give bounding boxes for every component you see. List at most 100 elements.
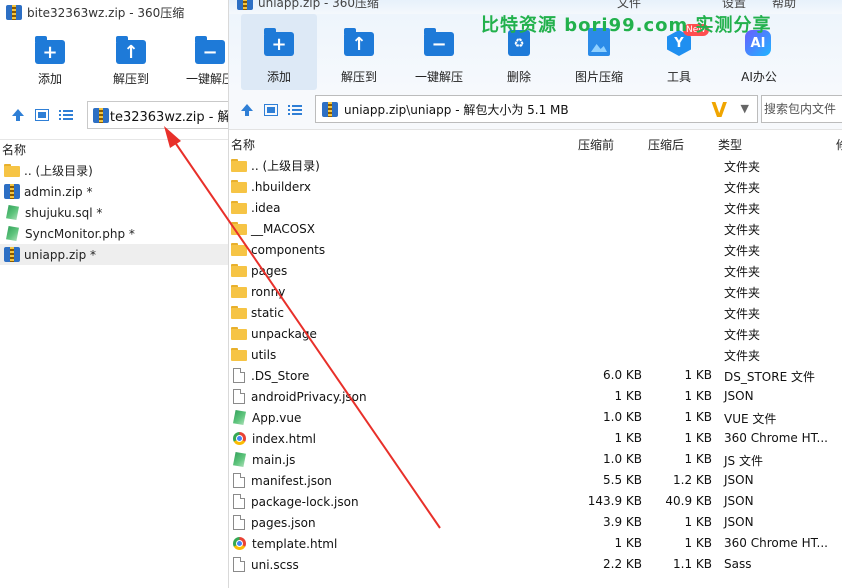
list-item[interactable]: uniapp.zip * xyxy=(0,244,230,265)
list-item[interactable]: SyncMonitor.php * xyxy=(0,223,230,244)
file-name: __MACOSX xyxy=(251,221,316,236)
file-packed: 2.2 KB xyxy=(603,557,642,571)
back-window-title: bite32363wz.zip - 360压缩 xyxy=(27,5,185,20)
add-icon: + xyxy=(35,36,65,64)
table-row[interactable]: .idea 文件夹 xyxy=(229,197,842,218)
file-size: 1 KB xyxy=(684,410,712,424)
chevron-down-icon[interactable]: ▼ xyxy=(741,102,749,115)
path-text: uniapp.zip\uniapp - 解包大小为 5.1 MB xyxy=(344,102,569,117)
back-column-name[interactable]: 名称 xyxy=(2,141,26,158)
file-name: pages xyxy=(251,263,288,278)
back-extract-to-button[interactable]: ↑ 解压到 xyxy=(93,24,169,94)
document-icon xyxy=(233,494,245,509)
document-icon xyxy=(233,515,245,530)
zip-icon xyxy=(237,0,253,10)
green-file-icon xyxy=(6,226,19,241)
file-packed: 1 KB xyxy=(614,431,642,445)
back-add-button[interactable]: + 添加 xyxy=(12,24,88,94)
list-view-icon[interactable] xyxy=(283,97,307,123)
column-name[interactable]: 名称 xyxy=(231,136,255,153)
path-field[interactable]: uniapp.zip\uniapp - 解包大小为 5.1 MB V ▼ xyxy=(315,95,758,123)
column-modified[interactable]: 修 xyxy=(836,136,842,153)
file-name: static xyxy=(251,305,284,320)
document-icon xyxy=(233,389,245,404)
green-file-icon xyxy=(6,205,19,220)
extract-to-button[interactable]: ↑ 解压到 xyxy=(321,14,397,90)
file-name: index.html xyxy=(252,431,316,446)
table-row[interactable]: unpackage 文件夹 xyxy=(229,323,842,344)
table-row[interactable]: manifest.json 5.5 KB 1.2 KB JSON xyxy=(229,470,842,491)
column-packed[interactable]: 压缩前 xyxy=(578,136,614,153)
file-size: 1 KB xyxy=(684,536,712,550)
folder-icon xyxy=(231,222,247,235)
menu-help[interactable]: 帮助 xyxy=(772,0,796,11)
back-toolbar: + 添加 ↑ 解压到 − 一键解压 xyxy=(0,24,234,94)
thumbnail-view-icon[interactable] xyxy=(259,97,283,123)
file-size: 1 KB xyxy=(684,431,712,445)
table-row[interactable]: .hbuilderx 文件夹 xyxy=(229,176,842,197)
table-row[interactable]: ronny 文件夹 xyxy=(229,281,842,302)
file-name: .. (上级目录) xyxy=(24,164,93,178)
file-name: .DS_Store xyxy=(251,368,310,383)
add-button[interactable]: + 添加 xyxy=(241,14,317,90)
front-window-title: uniapp.zip - 360压缩 xyxy=(258,0,380,10)
list-item[interactable]: admin.zip * xyxy=(0,181,230,202)
table-row[interactable]: App.vue 1.0 KB 1 KB VUE 文件 xyxy=(229,407,842,428)
file-type: 文件夹 xyxy=(724,328,761,342)
list-item[interactable]: .. (上级目录) xyxy=(0,160,230,181)
folder-icon xyxy=(4,164,20,177)
folder-icon xyxy=(231,285,247,298)
table-row[interactable]: androidPrivacy.json 1 KB 1 KB JSON xyxy=(229,386,842,407)
chrome-icon xyxy=(233,432,246,445)
table-row[interactable]: package-lock.json 143.9 KB 40.9 KB JSON xyxy=(229,491,842,512)
column-size[interactable]: 压缩后 xyxy=(648,136,684,153)
file-size: 1.2 KB xyxy=(673,473,712,487)
file-name: .hbuilderx xyxy=(251,179,312,194)
column-type[interactable]: 类型 xyxy=(718,136,742,153)
one-click-extract-icon: − xyxy=(424,28,454,56)
file-size: 1 KB xyxy=(684,452,712,466)
v-logo-icon[interactable]: V xyxy=(712,98,727,122)
up-arrow-icon[interactable] xyxy=(235,97,259,123)
back-path-field[interactable]: bite32363wz.zip - 解包大小为 xyxy=(87,101,237,129)
thumbnail-view-icon[interactable] xyxy=(30,102,54,128)
table-row[interactable]: main.js 1.0 KB 1 KB JS 文件 xyxy=(229,449,842,470)
file-type: 文件夹 xyxy=(724,160,761,174)
table-row[interactable]: .. (上级目录) 文件夹 xyxy=(229,155,842,176)
list-item[interactable]: shujuku.sql * xyxy=(0,202,230,223)
file-size: 1.1 KB xyxy=(673,557,712,571)
search-input[interactable]: 搜索包内文件 xyxy=(761,95,842,123)
front-title-group: uniapp.zip - 360压缩 xyxy=(237,0,379,11)
folder-icon xyxy=(231,264,247,277)
file-type: 文件夹 xyxy=(724,244,761,258)
up-arrow-icon[interactable] xyxy=(6,102,30,128)
file-type: Sass xyxy=(724,557,752,571)
table-row[interactable]: pages 文件夹 xyxy=(229,260,842,281)
menu-file[interactable]: 文件 xyxy=(617,0,641,11)
back-column-header[interactable]: 名称 xyxy=(0,139,230,159)
list-view-icon[interactable] xyxy=(54,102,78,128)
nav-buttons xyxy=(235,97,307,123)
table-row[interactable]: components 文件夹 xyxy=(229,239,842,260)
file-name: pages.json xyxy=(251,515,316,530)
file-type: 文件夹 xyxy=(724,265,761,279)
table-row[interactable]: utils 文件夹 xyxy=(229,344,842,365)
table-row[interactable]: static 文件夹 xyxy=(229,302,842,323)
file-type: JS 文件 xyxy=(724,454,763,468)
green-file-icon xyxy=(233,452,246,467)
file-list: .. (上级目录) 文件夹 .hbuilderx 文件夹 .idea 文件夹 _… xyxy=(229,155,842,575)
file-name: main.js xyxy=(252,452,296,467)
menu-settings[interactable]: 设置 xyxy=(722,0,746,11)
table-row[interactable]: index.html 1 KB 1 KB 360 Chrome HT... xyxy=(229,428,842,449)
table-row[interactable]: template.html 1 KB 1 KB 360 Chrome HT... xyxy=(229,533,842,554)
table-row[interactable]: __MACOSX 文件夹 xyxy=(229,218,842,239)
table-row[interactable]: pages.json 3.9 KB 1 KB JSON xyxy=(229,512,842,533)
one-click-extract-icon: − xyxy=(195,36,225,64)
zip-icon xyxy=(322,101,338,117)
one-click-extract-button[interactable]: − 一键解压 xyxy=(401,14,477,90)
table-row[interactable]: .DS_Store 6.0 KB 1 KB DS_STORE 文件 xyxy=(229,365,842,386)
table-row[interactable]: uni.scss 2.2 KB 1.1 KB Sass xyxy=(229,554,842,575)
file-name: manifest.json xyxy=(251,473,332,488)
file-type: JSON xyxy=(724,389,754,403)
document-icon xyxy=(233,557,245,572)
